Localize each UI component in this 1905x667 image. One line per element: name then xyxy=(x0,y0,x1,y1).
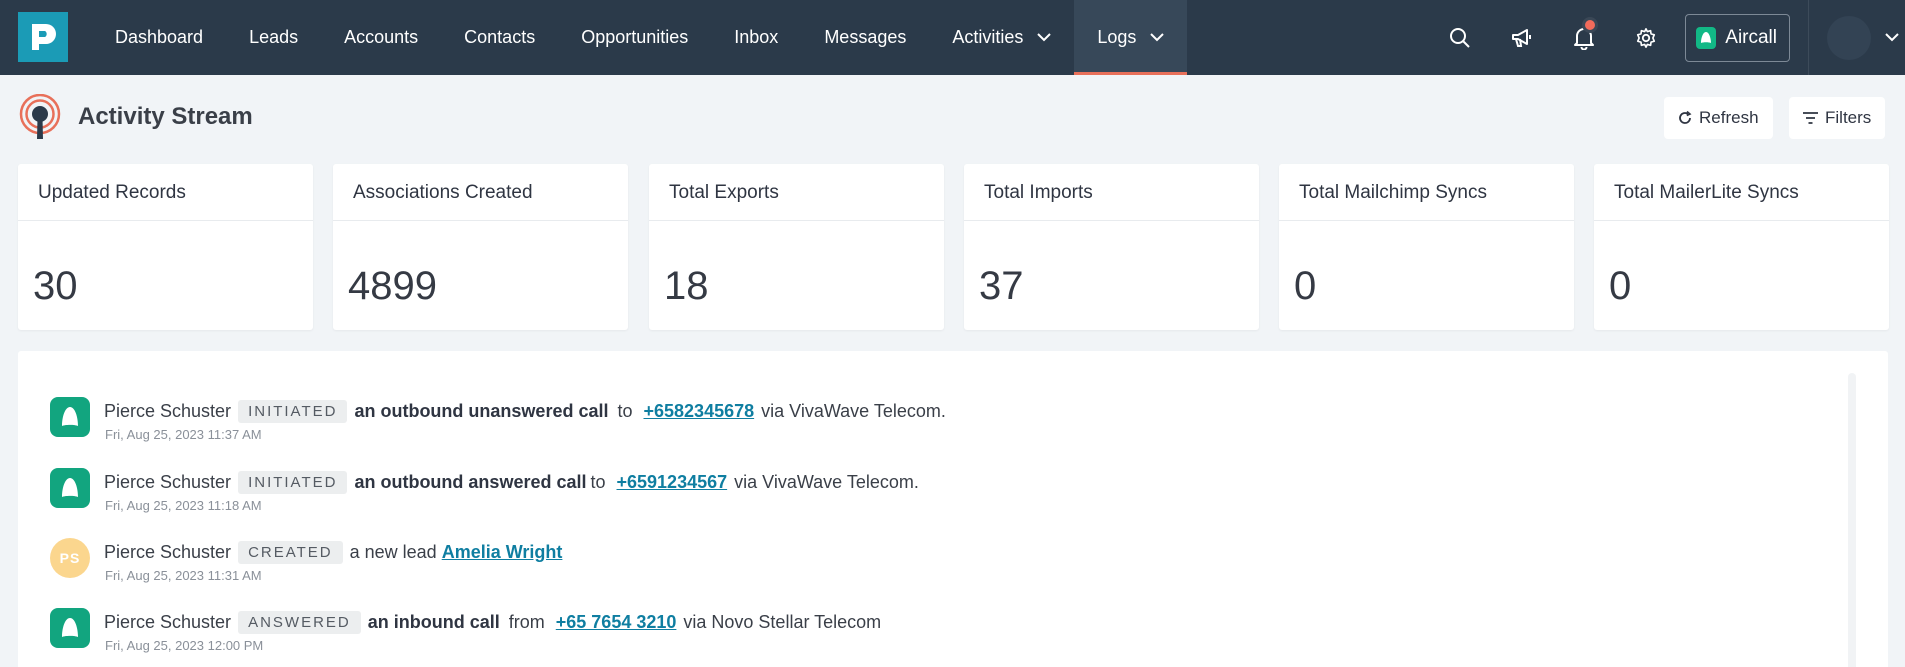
entry-detail: via VivaWave Telecom. xyxy=(761,400,946,421)
aircall-icon xyxy=(50,468,90,508)
entry-user[interactable]: Pierce Schuster xyxy=(104,472,231,493)
stat-card-total-mailchimp-syncs: Total Mailchimp Syncs 0 xyxy=(1279,164,1574,330)
nav-opportunities[interactable]: Opportunities xyxy=(558,0,711,75)
nav-logs[interactable]: Logs xyxy=(1074,0,1188,75)
page-title: Activity Stream xyxy=(78,103,253,130)
gear-icon xyxy=(1637,27,1656,48)
refresh-icon xyxy=(1679,111,1692,124)
phone-link[interactable]: +6582345678 xyxy=(644,401,755,422)
refresh-button[interactable]: Refresh xyxy=(1664,97,1773,139)
nav-contacts[interactable]: Contacts xyxy=(441,0,558,75)
entry-detail: via VivaWave Telecom. xyxy=(734,471,919,492)
stat-card-total-mailerlite-syncs: Total MailerLite Syncs 0 xyxy=(1594,164,1889,330)
scrollbar[interactable] xyxy=(1848,373,1856,667)
nav-inbox[interactable]: Inbox xyxy=(711,0,801,75)
activity-stream-list: Pierce Schuster INITIATED an outbound un… xyxy=(18,351,1888,667)
aircall-button[interactable]: Aircall xyxy=(1685,13,1790,62)
filter-icon xyxy=(1803,112,1818,124)
avatar: PS xyxy=(50,538,90,578)
nav-dashboard[interactable]: Dashboard xyxy=(92,0,226,75)
status-badge: ANSWERED xyxy=(238,610,361,634)
search-button[interactable] xyxy=(1429,0,1491,75)
stat-card-total-exports: Total Exports 18 xyxy=(649,164,944,330)
phone-link[interactable]: +65 7654 3210 xyxy=(556,612,677,633)
entry-action: an outbound answered call xyxy=(354,471,587,492)
entry-preposition: from xyxy=(508,611,545,632)
aircall-icon xyxy=(50,608,90,648)
entry-user[interactable]: Pierce Schuster xyxy=(104,401,231,422)
notifications-button[interactable] xyxy=(1553,0,1615,75)
settings-button[interactable] xyxy=(1615,0,1677,75)
chevron-down-icon xyxy=(1037,33,1052,42)
user-menu[interactable] xyxy=(1808,0,1905,75)
status-badge: INITIATED xyxy=(238,470,348,494)
logo-icon xyxy=(32,24,56,50)
list-item: PS Pierce Schuster CREATED a new lead Am… xyxy=(50,538,569,583)
navbar-actions: Aircall xyxy=(1429,0,1905,75)
megaphone-icon xyxy=(1512,28,1532,47)
chevron-down-icon xyxy=(1885,29,1899,47)
timestamp: Fri, Aug 25, 2023 12:00 PM xyxy=(105,638,264,653)
avatar xyxy=(1827,15,1871,60)
entry-user[interactable]: Pierce Schuster xyxy=(104,612,231,633)
entry-detail: via Novo Stellar Telecom xyxy=(683,611,882,632)
entry-user[interactable]: Pierce Schuster xyxy=(104,542,231,563)
nav-leads[interactable]: Leads xyxy=(226,0,321,75)
lead-link[interactable]: Amelia Wright xyxy=(442,542,563,563)
status-badge: CREATED xyxy=(238,540,343,564)
list-item: Pierce Schuster ANSWERED an inbound call… xyxy=(50,608,881,653)
status-badge: INITIATED xyxy=(238,399,348,423)
entry-action: an inbound call xyxy=(367,611,500,632)
timestamp: Fri, Aug 25, 2023 11:37 AM xyxy=(105,427,262,442)
announcements-button[interactable] xyxy=(1491,0,1553,75)
main-nav: Dashboard Leads Accounts Contacts Opport… xyxy=(92,0,1188,75)
search-icon xyxy=(1450,27,1470,48)
stat-card-total-imports: Total Imports 37 xyxy=(964,164,1259,330)
nav-messages[interactable]: Messages xyxy=(801,0,929,75)
nav-activities[interactable]: Activities xyxy=(929,0,1074,75)
chevron-down-icon xyxy=(1150,33,1165,42)
stat-card-updated-records: Updated Records 30 xyxy=(18,164,313,330)
nav-accounts[interactable]: Accounts xyxy=(321,0,441,75)
filters-button[interactable]: Filters xyxy=(1789,97,1886,139)
aircall-icon xyxy=(1696,26,1717,49)
entry-action: a new lead xyxy=(349,541,437,562)
entry-action: an outbound unanswered call xyxy=(354,400,609,421)
entry-preposition: to xyxy=(590,471,606,492)
broadcast-icon xyxy=(19,94,61,139)
page-header: Activity Stream xyxy=(18,94,253,140)
top-navbar: Dashboard Leads Accounts Contacts Opport… xyxy=(0,0,1905,75)
aircall-icon xyxy=(50,397,90,437)
timestamp: Fri, Aug 25, 2023 11:18 AM xyxy=(105,498,262,513)
timestamp: Fri, Aug 25, 2023 11:31 AM xyxy=(105,568,262,583)
app-logo[interactable] xyxy=(18,12,68,62)
entry-preposition: to xyxy=(617,400,633,421)
list-item: Pierce Schuster INITIATED an outbound an… xyxy=(50,468,919,513)
phone-link[interactable]: +6591234567 xyxy=(617,472,728,493)
stat-card-associations-created: Associations Created 4899 xyxy=(333,164,628,330)
list-item: Pierce Schuster INITIATED an outbound un… xyxy=(50,397,946,442)
